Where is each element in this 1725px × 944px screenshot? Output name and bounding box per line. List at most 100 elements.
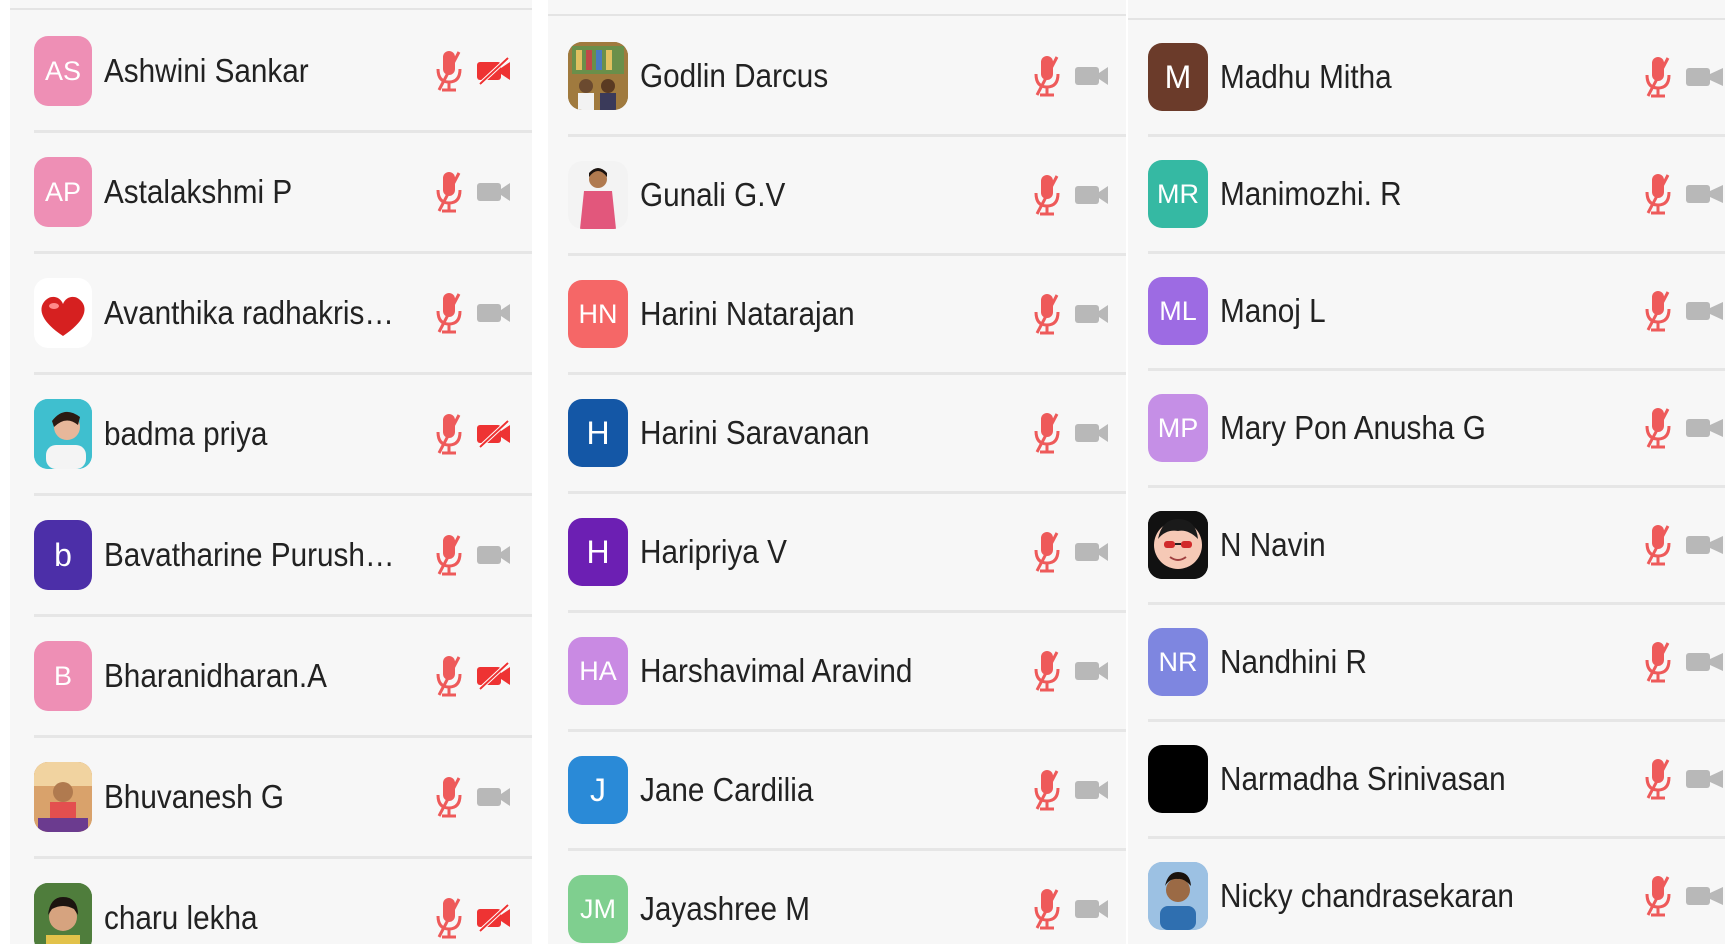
participant-row[interactable]: MR Manimozhi. R — [1148, 137, 1725, 254]
participant-controls — [1643, 172, 1725, 216]
video-icon[interactable] — [476, 783, 512, 811]
participant-row[interactable]: Avanthika radhakrishnan — [34, 254, 532, 375]
avatar-initials: JM — [580, 893, 616, 924]
video-icon[interactable] — [1685, 63, 1725, 91]
mic-muted-icon[interactable] — [1643, 406, 1673, 450]
mic-muted-icon[interactable] — [434, 412, 464, 456]
participant-row[interactable]: H Harini Saravanan — [568, 375, 1126, 494]
mic-muted-icon[interactable] — [1032, 54, 1062, 98]
participant-row[interactable]: Narmadha Srinivasan — [1148, 722, 1725, 839]
portrait-photo — [1148, 862, 1208, 930]
participant-row[interactable]: AP Astalakshmi P — [34, 133, 532, 254]
participant-row[interactable]: b Bavatharine Purushotha... — [34, 496, 532, 617]
participant-row[interactable]: B Bharanidharan.A — [34, 617, 532, 738]
mic-muted-icon[interactable] — [1032, 411, 1062, 455]
participant-row[interactable]: HA Harshavimal Aravind — [568, 613, 1126, 732]
participant-row[interactable]: Bhuvanesh G — [34, 738, 532, 859]
mic-muted-icon[interactable] — [434, 775, 464, 819]
video-icon[interactable] — [1074, 538, 1110, 566]
participant-name: Manimozhi. R — [1220, 175, 1402, 212]
mic-muted-icon[interactable] — [434, 654, 464, 698]
video-off-icon[interactable] — [476, 420, 512, 448]
video-icon[interactable] — [476, 299, 512, 327]
mic-muted-icon[interactable] — [434, 896, 464, 940]
participant-row[interactable]: Godlin Darcus — [568, 18, 1126, 137]
avatar-initials: AS — [44, 55, 82, 86]
video-icon[interactable] — [1685, 180, 1725, 208]
avatar-initials: H — [586, 533, 610, 570]
mic-muted-icon[interactable] — [1032, 530, 1062, 574]
participant-row[interactable]: Gunali G.V — [568, 137, 1126, 256]
participant-controls — [1643, 874, 1725, 918]
mic-muted-icon[interactable] — [1032, 292, 1062, 336]
participant-row[interactable]: ML Manoj L — [1148, 254, 1725, 371]
mic-muted-icon[interactable] — [1643, 55, 1673, 99]
participant-row[interactable]: N Navin — [1148, 488, 1725, 605]
video-icon[interactable] — [1685, 414, 1725, 442]
mic-muted-icon[interactable] — [1032, 887, 1062, 931]
mic-muted-icon[interactable] — [1032, 649, 1062, 693]
video-icon[interactable] — [1685, 531, 1725, 559]
avatar-initials: ML — [1159, 295, 1197, 326]
mic-muted-icon[interactable] — [1032, 173, 1062, 217]
video-icon[interactable] — [476, 178, 512, 206]
mic-muted-icon[interactable] — [1032, 768, 1062, 812]
participant-controls — [434, 291, 512, 335]
mic-muted-icon[interactable] — [1643, 172, 1673, 216]
participant-row[interactable]: JM Jayashree M — [568, 851, 1126, 944]
participant-controls — [434, 533, 512, 577]
participant-row[interactable]: NR Nandhini R — [1148, 605, 1725, 722]
video-icon[interactable] — [1685, 297, 1725, 325]
mic-muted-icon[interactable] — [434, 533, 464, 577]
video-off-icon[interactable] — [476, 57, 512, 85]
participant-row[interactable]: J Jane Cardilia — [568, 732, 1126, 851]
divider — [548, 14, 1126, 16]
video-icon[interactable] — [1074, 895, 1110, 923]
participant-name: Narmadha Srinivasan — [1220, 760, 1506, 797]
video-icon[interactable] — [1685, 882, 1725, 910]
video-off-icon[interactable] — [476, 662, 512, 690]
avatar: MR — [1148, 160, 1208, 228]
avatar-initials: HA — [579, 655, 617, 686]
participant-row[interactable]: Nicky chandrasekaran — [1148, 839, 1725, 944]
video-icon[interactable] — [1074, 776, 1110, 804]
avatar — [34, 762, 92, 832]
mic-muted-icon[interactable] — [1643, 289, 1673, 333]
mic-muted-icon[interactable] — [434, 170, 464, 214]
video-icon[interactable] — [1074, 657, 1110, 685]
participant-row[interactable]: HN Harini Natarajan — [568, 256, 1126, 375]
heart-photo — [41, 296, 85, 336]
video-icon[interactable] — [1074, 300, 1110, 328]
mic-muted-icon[interactable] — [1643, 523, 1673, 567]
avatar-initials: NR — [1158, 646, 1198, 677]
video-icon[interactable] — [1074, 419, 1110, 447]
participant-name: Godlin Darcus — [640, 57, 829, 94]
mic-muted-icon[interactable] — [1643, 874, 1673, 918]
participant-row[interactable]: AS Ashwini Sankar — [34, 12, 532, 133]
video-icon[interactable] — [1074, 181, 1110, 209]
participant-row[interactable]: charu lekha — [34, 859, 532, 944]
mic-muted-icon[interactable] — [1643, 757, 1673, 801]
avatar: M — [1148, 43, 1208, 111]
mic-muted-icon[interactable] — [434, 49, 464, 93]
mic-muted-icon[interactable] — [1643, 640, 1673, 684]
avatar: J — [568, 756, 628, 824]
participant-controls — [1643, 55, 1725, 99]
video-off-icon[interactable] — [476, 904, 512, 932]
video-icon[interactable] — [1074, 62, 1110, 90]
mic-muted-icon[interactable] — [434, 291, 464, 335]
avatar: B — [34, 641, 92, 711]
participant-row[interactable]: H Haripriya V — [568, 494, 1126, 613]
avatar-initials: MP — [1157, 412, 1199, 443]
participant-row[interactable]: badma priya — [34, 375, 532, 496]
video-icon[interactable] — [1685, 765, 1725, 793]
participant-row[interactable]: MP Mary Pon Anusha G — [1148, 371, 1725, 488]
video-icon[interactable] — [1685, 648, 1725, 676]
video-icon[interactable] — [476, 541, 512, 569]
participant-name: Nicky chandrasekaran — [1220, 877, 1514, 914]
participant-controls — [434, 654, 512, 698]
participant-controls — [1032, 530, 1110, 574]
participant-name: Bhuvanesh G — [104, 778, 284, 815]
participant-row[interactable]: M Madhu Mitha — [1148, 20, 1725, 137]
participant-name: Gunali G.V — [640, 176, 786, 213]
